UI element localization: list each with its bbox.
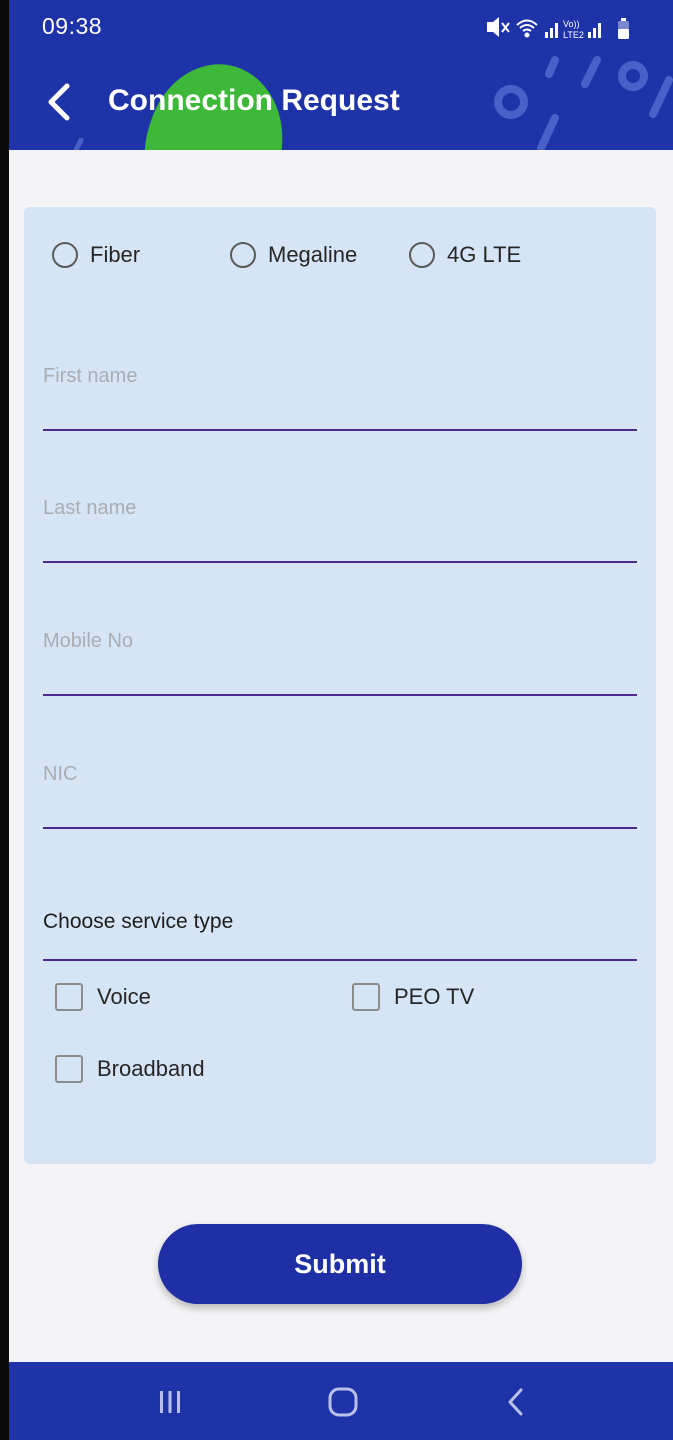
radio-circle-icon [409, 242, 435, 268]
service-type-label: Choose service type [43, 910, 234, 933]
status-time: 09:38 [42, 13, 103, 39]
radio-circle-icon [52, 242, 78, 268]
volte-icon: Vo)) LTE2 [563, 19, 584, 40]
connection-type-group: Fiber Megaline 4G LTE [52, 235, 642, 275]
mute-icon [487, 17, 510, 37]
field-underline [43, 959, 637, 961]
app-header: 09:38 Vo)) LTE2 Connection Request [9, 0, 673, 150]
service-type-select[interactable]: Choose service type [43, 893, 637, 961]
first-name-placeholder: First name [43, 365, 138, 387]
checkbox-label: PEO TV [394, 984, 475, 1009]
radio-circle-icon [230, 242, 256, 268]
signal-icon [588, 23, 601, 38]
chevron-left-icon [48, 83, 70, 121]
checkbox-voice[interactable]: Voice [55, 977, 151, 1017]
nic-field[interactable]: NIC [43, 749, 637, 829]
field-underline [43, 694, 637, 696]
svg-text:LTE2: LTE2 [563, 30, 584, 40]
mobile-no-field[interactable]: Mobile No [43, 616, 637, 696]
checkbox-peo-tv[interactable]: PEO TV [352, 977, 474, 1017]
recent-apps-icon [160, 1391, 180, 1413]
system-back-button[interactable] [486, 1380, 546, 1424]
radio-label: Megaline [268, 242, 358, 267]
svg-text:Vo)): Vo)) [563, 19, 580, 29]
radio-label: Fiber [90, 242, 141, 267]
field-underline [43, 827, 637, 829]
checkbox-broadband[interactable]: Broadband [55, 1049, 205, 1089]
connection-form: Fiber Megaline 4G LTE First name Last na… [24, 207, 656, 1164]
checkbox-icon [55, 1055, 83, 1083]
last-name-field[interactable]: Last name [43, 483, 637, 563]
radio-label: 4G LTE [447, 242, 522, 267]
radio-4g-lte[interactable]: 4G LTE [409, 235, 521, 275]
last-name-placeholder: Last name [43, 497, 137, 519]
mobile-no-placeholder: Mobile No [43, 630, 134, 652]
battery-icon [618, 18, 629, 39]
first-name-field[interactable]: First name [43, 351, 637, 431]
checkbox-icon [55, 983, 83, 1011]
screen: 09:38 Vo)) LTE2 Connection Request Fiber… [9, 0, 673, 1440]
back-button[interactable] [39, 80, 79, 124]
page-title: Connection Request [108, 84, 400, 117]
back-icon [508, 1388, 523, 1416]
submit-button[interactable]: Submit [158, 1224, 522, 1304]
header-decoration-line [73, 138, 84, 150]
home-button[interactable] [313, 1380, 373, 1424]
status-icons: Vo)) LTE2 [487, 17, 629, 40]
field-underline [43, 429, 637, 431]
field-underline [43, 561, 637, 563]
recent-apps-button[interactable] [140, 1380, 200, 1424]
radio-megaline[interactable]: Megaline [230, 235, 357, 275]
checkbox-icon [352, 983, 380, 1011]
signal-icon [545, 23, 558, 38]
radio-fiber[interactable]: Fiber [52, 235, 140, 275]
header-decoration-shapes [494, 56, 673, 150]
nic-placeholder: NIC [43, 763, 78, 785]
wifi-icon [516, 19, 538, 38]
checkbox-label: Voice [97, 984, 151, 1009]
system-nav-bar [9, 1362, 673, 1440]
checkbox-label: Broadband [97, 1056, 205, 1081]
home-icon [328, 1387, 358, 1417]
